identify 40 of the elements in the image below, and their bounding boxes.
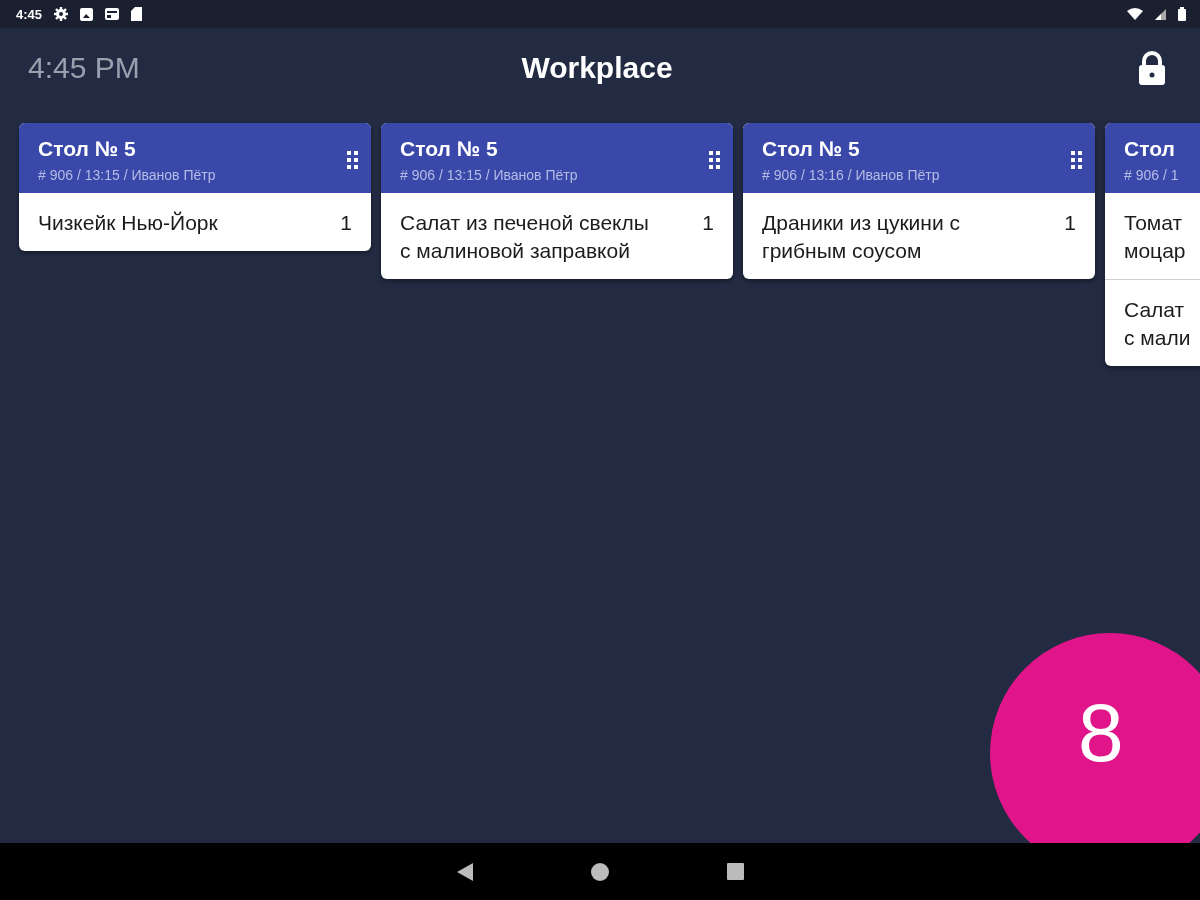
dish-name-line: Салат (1124, 297, 1186, 323)
table-title: Стол № 5 (762, 137, 861, 161)
order-meta: # 906 / 13:16 / Иванов Пётр (762, 167, 941, 183)
settings-icon (54, 7, 69, 21)
order-card[interactable]: Стол № 5 # 906 / 13:16 / Иванов Пётр Драники из цукини с грибным соусом 1 (743, 123, 1095, 279)
order-card[interactable]: Стол # 906 / 1 Томат моцар Салат с мали (1105, 123, 1200, 366)
dish-name: Салат из печеной свеклы с малиновой заправкой (400, 210, 650, 264)
lock-icon[interactable] (1138, 51, 1166, 85)
order-count-badge[interactable]: 8 (990, 633, 1200, 843)
dish-quantity: 1 (702, 210, 714, 236)
order-card[interactable]: Стол № 5 # 906 / 13:15 / Иванов Пётр Чизкейк Нью-Йорк 1 (19, 123, 371, 251)
grip-icon[interactable] (1071, 151, 1083, 169)
battery-icon (1178, 7, 1186, 21)
dish-name: Драники из цукини с грибным соусом (762, 210, 961, 264)
image-icon (80, 7, 94, 21)
order-meta: # 906 / 13:15 / Иванов Пётр (38, 167, 217, 183)
wifi-icon (1127, 8, 1143, 20)
screen-title: Workplace (520, 51, 674, 85)
dish-quantity: 1 (1064, 210, 1076, 236)
back-icon[interactable] (456, 862, 473, 881)
clock-time: 4:45 PM (28, 51, 141, 85)
recents-icon[interactable] (726, 863, 744, 880)
table-title: Стол № 5 (400, 137, 499, 161)
order-card[interactable]: Стол № 5 # 906 / 13:15 / Иванов Пётр Салат из печеной свеклы с малиновой заправкой 1 (381, 123, 733, 279)
grip-icon[interactable] (709, 151, 721, 169)
status-time: 4:45 (16, 6, 43, 22)
order-meta: # 906 / 1 (1124, 167, 1180, 183)
grip-icon[interactable] (347, 151, 359, 169)
screen-icon (105, 8, 120, 20)
order-meta: # 906 / 13:15 / Иванов Пётр (400, 167, 579, 183)
dish-name: Чизкейк Нью-Йорк (38, 210, 219, 236)
dish-name-line: моцар (1124, 238, 1187, 264)
home-icon[interactable] (590, 862, 609, 881)
dish-name-line: Томат (1124, 210, 1184, 236)
table-title: Стол № 5 (38, 137, 137, 161)
sd-card-icon (131, 7, 143, 21)
dish-name-line: с мали (1124, 325, 1192, 351)
dish-quantity: 1 (340, 210, 352, 236)
signal-icon (1155, 8, 1166, 20)
table-title: Стол (1124, 137, 1176, 161)
